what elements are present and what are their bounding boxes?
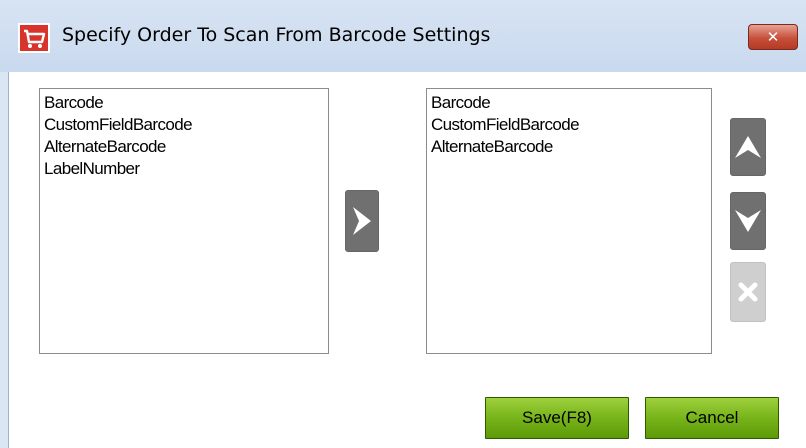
chevron-right-icon (353, 207, 371, 235)
list-item[interactable]: AlternateBarcode (44, 136, 324, 158)
chevron-up-icon (735, 136, 761, 158)
shopping-cart-icon (18, 23, 50, 53)
remove-icon (738, 282, 758, 302)
title-bar[interactable]: Specify Order To Scan From Barcode Setti… (0, 0, 806, 72)
chevron-down-icon (735, 210, 761, 232)
cancel-button[interactable]: Cancel (645, 397, 779, 439)
window-title: Specify Order To Scan From Barcode Setti… (62, 24, 491, 46)
list-item[interactable]: CustomFieldBarcode (431, 114, 707, 136)
add-to-order-button[interactable] (345, 190, 379, 252)
move-down-button[interactable] (730, 192, 766, 250)
move-up-button[interactable] (730, 118, 766, 176)
list-item[interactable]: AlternateBarcode (431, 136, 707, 158)
save-button[interactable]: Save(F8) (485, 397, 629, 439)
list-item[interactable]: Barcode (431, 92, 707, 114)
list-item[interactable]: LabelNumber (44, 158, 324, 180)
dialog-window: Specify Order To Scan From Barcode Setti… (0, 0, 806, 448)
close-icon: ✕ (766, 28, 780, 46)
remove-button[interactable] (730, 262, 766, 322)
available-fields-list[interactable]: Barcode CustomFieldBarcode AlternateBarc… (39, 88, 329, 354)
list-item[interactable]: Barcode (44, 92, 324, 114)
close-button[interactable]: ✕ (748, 24, 798, 50)
list-item[interactable]: CustomFieldBarcode (44, 114, 324, 136)
dialog-content: Barcode CustomFieldBarcode AlternateBarc… (8, 72, 806, 448)
scan-order-list[interactable]: Barcode CustomFieldBarcode AlternateBarc… (426, 88, 712, 354)
